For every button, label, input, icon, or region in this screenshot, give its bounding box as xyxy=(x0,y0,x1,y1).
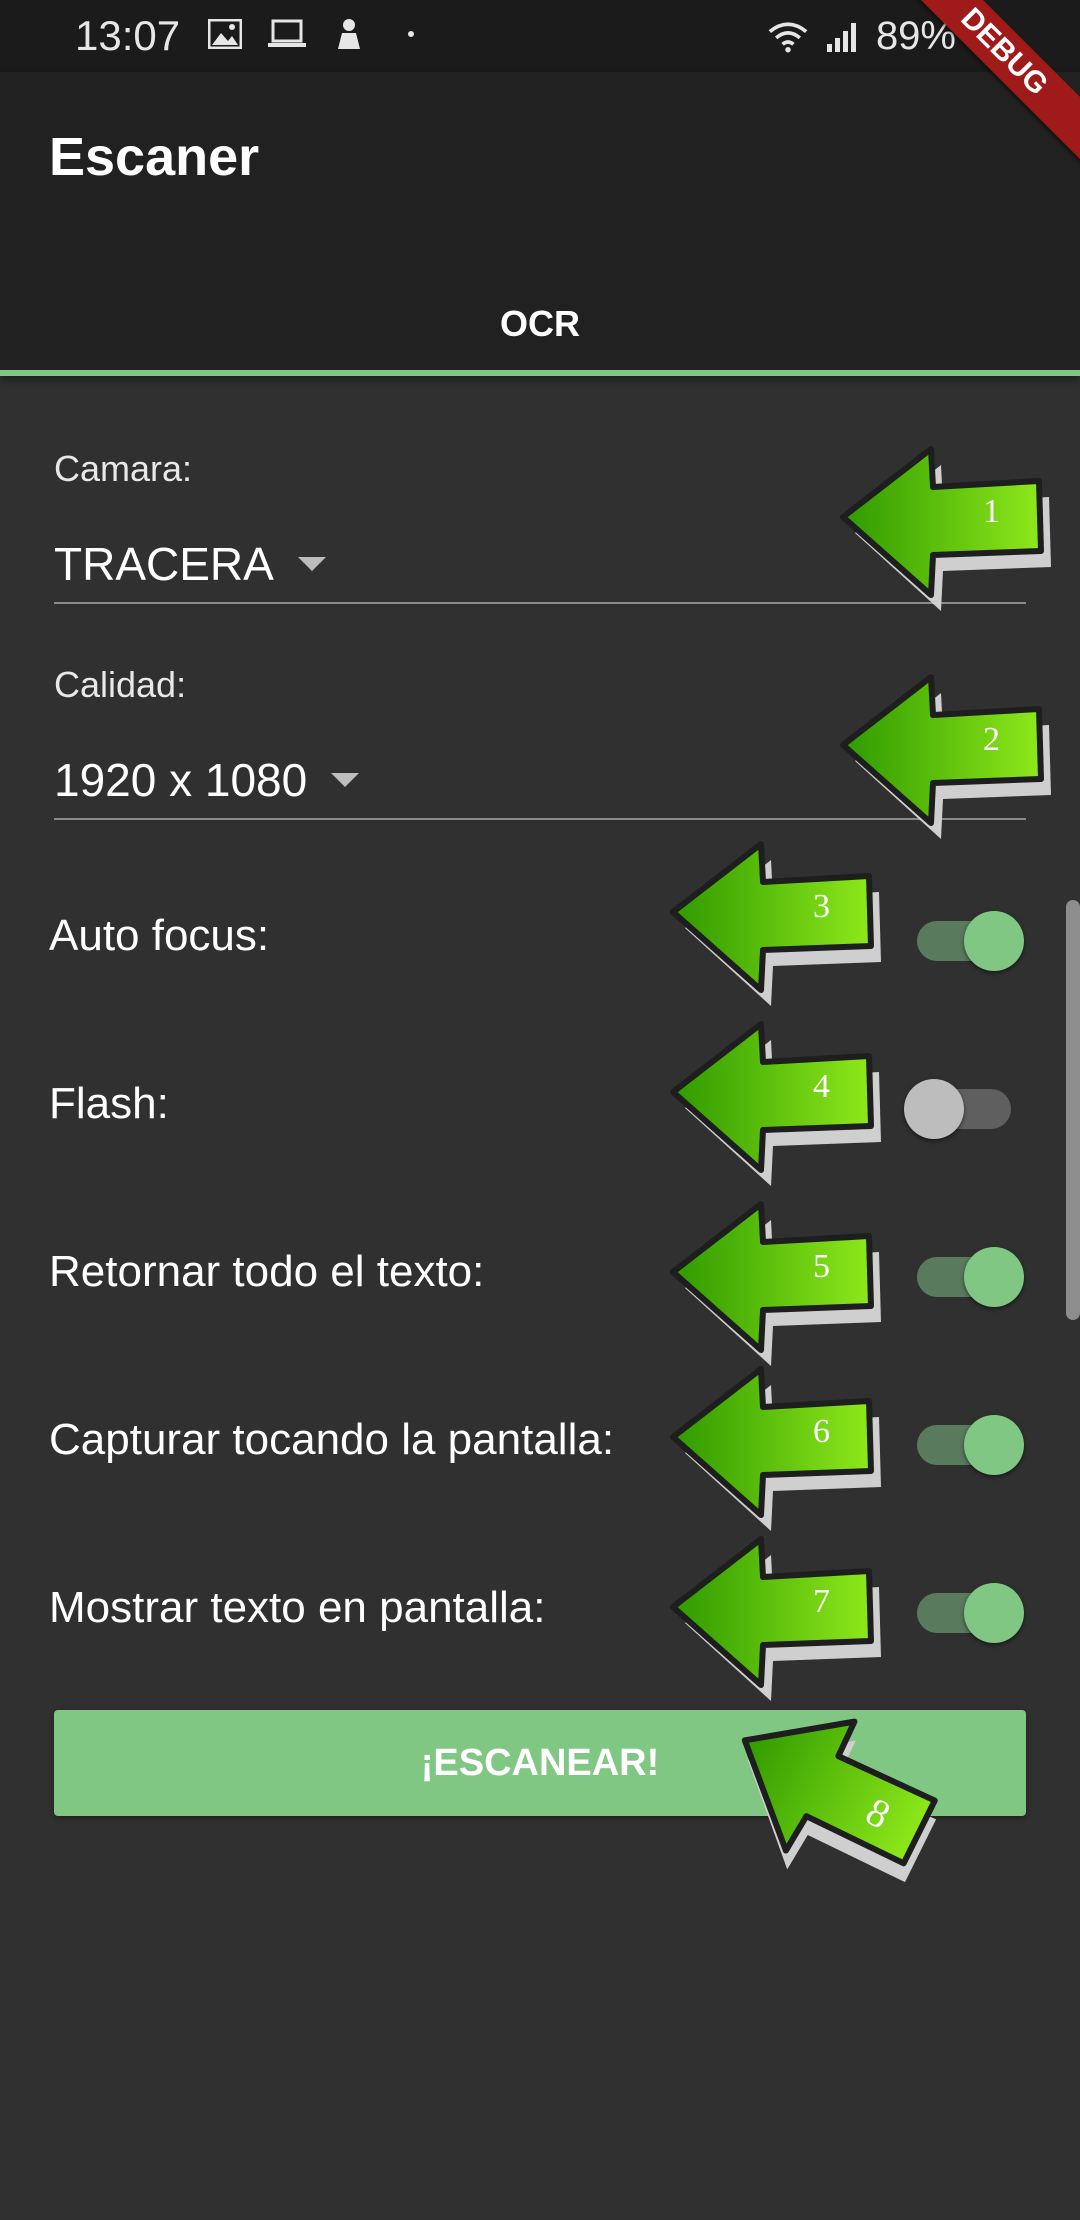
annotation-arrow-4: 4 xyxy=(665,1020,885,1190)
camera-label: Camara: xyxy=(54,448,193,489)
switch-label: Capturar tocando la pantalla: xyxy=(49,1415,615,1464)
switch-label: Auto focus: xyxy=(49,911,270,960)
dot-icon xyxy=(391,14,431,54)
auto-focus-switch[interactable] xyxy=(909,906,1024,971)
return-all-text-switch[interactable] xyxy=(909,1242,1024,1307)
annotation-arrow-2: 2 xyxy=(835,673,1055,843)
status-bar: 13:07 89% xyxy=(0,0,1080,72)
switch-thumb xyxy=(964,1247,1024,1307)
status-time: 13:07 xyxy=(75,12,181,59)
wifi-icon xyxy=(768,17,808,57)
switch-thumb xyxy=(964,1415,1024,1475)
annotation-number: 1 xyxy=(983,493,1000,530)
quality-label: Calidad: xyxy=(54,664,187,705)
signal-icon xyxy=(822,17,862,57)
switch-label: Retornar todo el texto: xyxy=(49,1247,485,1296)
switch-thumb xyxy=(904,1079,964,1139)
laptop-icon xyxy=(267,14,307,54)
switch-thumb xyxy=(964,1583,1024,1643)
notification-icon xyxy=(329,14,369,54)
annotation-number: 4 xyxy=(813,1068,830,1105)
tab-indicator xyxy=(0,370,1080,376)
annotation-number: 2 xyxy=(983,721,1000,758)
quality-value: 1920 x 1080 xyxy=(54,754,308,806)
annotation-number: 3 xyxy=(813,888,830,925)
flash-switch[interactable] xyxy=(904,1074,1011,1139)
app-bar: Escaner OCR xyxy=(0,72,1080,376)
scrollbar[interactable] xyxy=(1066,900,1080,1320)
annotation-number: 7 xyxy=(813,1583,830,1620)
annotation-number: 6 xyxy=(813,1413,830,1450)
chevron-down-icon xyxy=(297,557,326,571)
switch-thumb xyxy=(964,911,1024,971)
page-title: Escaner xyxy=(49,127,260,187)
tab-ocr[interactable]: OCR xyxy=(0,272,1080,376)
switch-label: Flash: xyxy=(49,1079,169,1128)
chevron-down-icon xyxy=(331,773,360,787)
switch-label: Mostrar texto en pantalla: xyxy=(49,1583,546,1632)
annotation-number: 5 xyxy=(813,1248,830,1285)
camera-value: TRACERA xyxy=(54,538,274,590)
annotation-arrow-3: 3 xyxy=(665,840,885,1010)
image-icon xyxy=(205,14,245,54)
capture-on-tap-switch[interactable] xyxy=(909,1410,1024,1475)
annotation-arrow-1: 1 xyxy=(835,445,1055,615)
annotation-arrow-5: 5 xyxy=(665,1200,885,1370)
annotation-arrow-6: 6 xyxy=(665,1365,885,1535)
status-icons-left xyxy=(205,14,431,54)
tab-label: OCR xyxy=(500,303,580,344)
show-text-switch[interactable] xyxy=(909,1578,1024,1643)
